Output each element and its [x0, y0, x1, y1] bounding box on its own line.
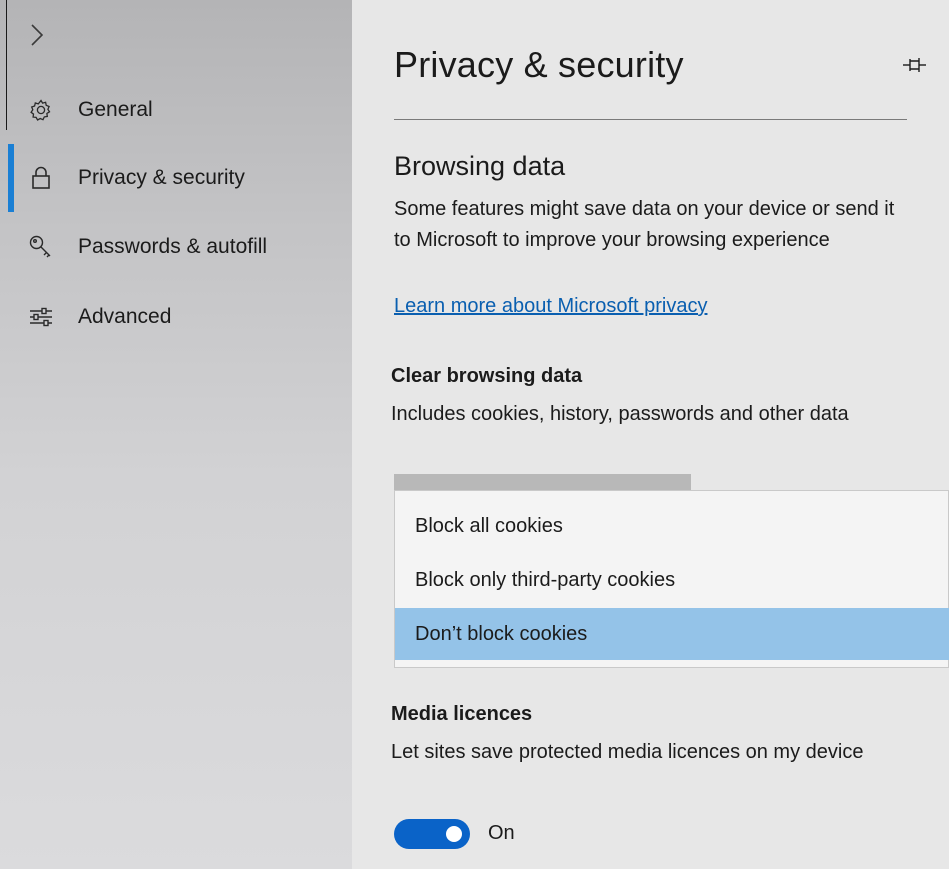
cookie-option-dont-block[interactable]: Don’t block cookies — [395, 608, 949, 660]
settings-sidebar: General Privacy & security Passwords & a… — [0, 0, 352, 869]
page-title: Privacy & security — [394, 44, 684, 85]
learn-more-privacy-link[interactable]: Learn more about Microsoft privacy — [394, 295, 707, 318]
cookie-option-block-third-party[interactable]: Block only third-party cookies — [395, 554, 949, 606]
media-licences-title: Media licences — [391, 703, 533, 725]
sidebar-item-passwords-autofill[interactable]: Passwords & autofill — [0, 221, 352, 273]
clear-browsing-data-description: Includes cookies, history, passwords and… — [391, 403, 849, 425]
sidebar-item-label: Passwords & autofill — [78, 235, 268, 258]
section-title-browsing-data: Browsing data — [394, 151, 566, 181]
lock-icon — [28, 165, 54, 191]
obscured-button-strip — [394, 474, 691, 490]
sidebar-item-general[interactable]: General — [0, 84, 352, 136]
sidebar-item-advanced[interactable]: Advanced — [0, 291, 352, 343]
settings-window: General Privacy & security Passwords & a… — [0, 0, 949, 869]
section-description: Some features might save data on your de… — [394, 198, 895, 251]
sliders-icon — [28, 304, 54, 330]
title-divider — [394, 119, 907, 120]
toggle-state-label: On — [488, 822, 515, 844]
gear-icon — [28, 97, 54, 123]
settings-content: Privacy & security Browsing data Some fe… — [352, 0, 949, 869]
cookies-dropdown-list[interactable]: Block all cookies Block only third-party… — [394, 490, 949, 668]
chevron-right-icon — [31, 24, 44, 46]
clear-browsing-data-title: Clear browsing data — [391, 365, 583, 387]
sidebar-item-label: Privacy & security — [78, 166, 245, 189]
key-icon — [28, 234, 54, 260]
media-licences-toggle[interactable] — [394, 819, 470, 849]
sidebar-item-label: Advanced — [78, 305, 172, 328]
expand-chevron-icon[interactable] — [30, 22, 60, 56]
cookie-option-block-all[interactable]: Block all cookies — [395, 500, 949, 552]
toggle-knob — [446, 826, 462, 842]
sidebar-item-privacy-security[interactable]: Privacy & security — [0, 152, 352, 204]
pin-icon[interactable] — [902, 54, 928, 76]
media-licences-description: Let sites save protected media licences … — [391, 741, 864, 763]
sidebar-item-label: General — [78, 98, 153, 121]
